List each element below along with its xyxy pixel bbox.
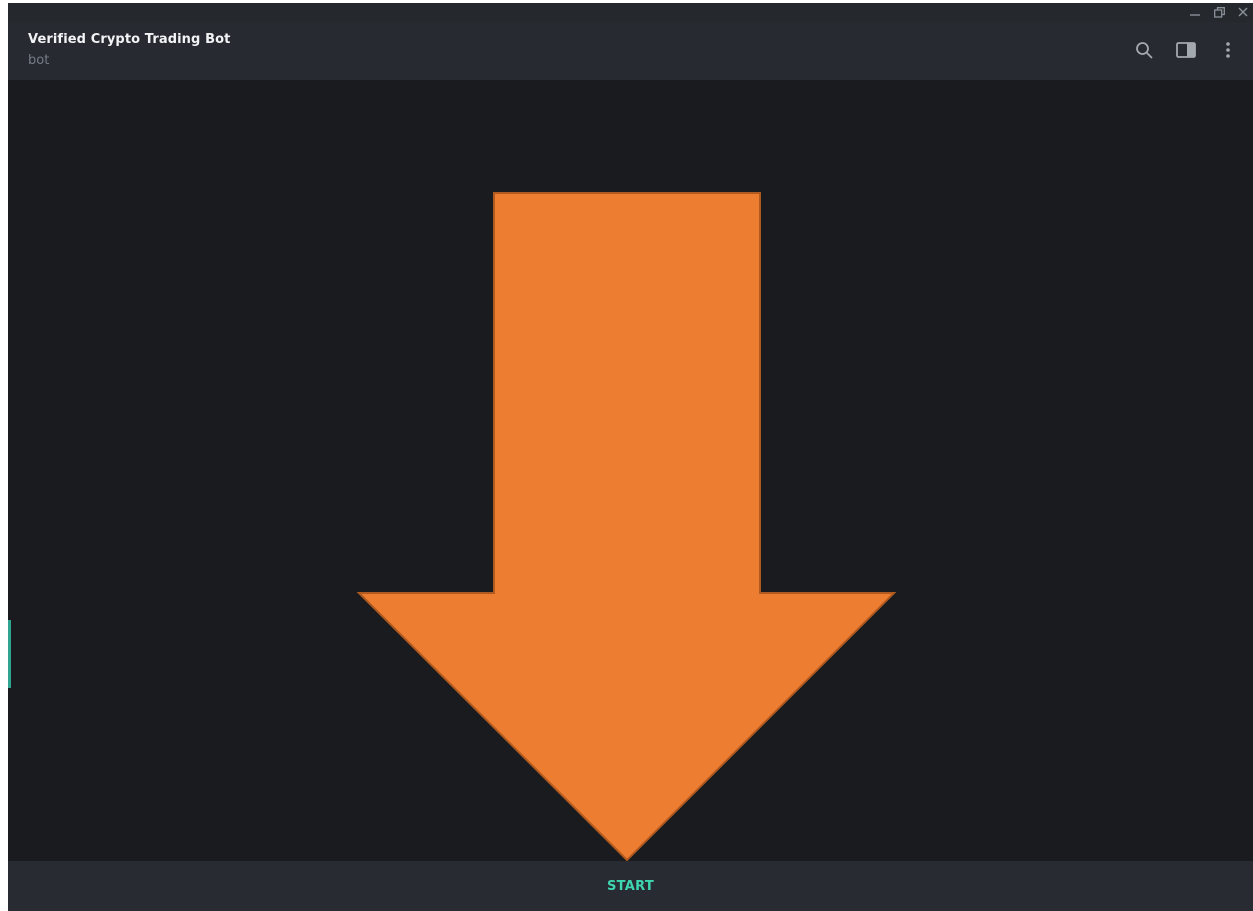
window-controls [1189, 4, 1249, 20]
close-icon[interactable] [1237, 6, 1249, 18]
chat-header: Verified Crypto Trading Bot bot [8, 22, 1253, 80]
down-arrow-graphic [356, 192, 897, 861]
chat-subtitle: bot [28, 53, 50, 68]
chat-content [8, 80, 1253, 861]
restore-icon[interactable] [1213, 6, 1225, 18]
more-vertical-icon[interactable] [1217, 39, 1239, 61]
window-titlebar [8, 3, 1253, 22]
search-icon[interactable] [1133, 39, 1155, 61]
sidebar-toggle-icon[interactable] [1175, 39, 1197, 61]
scroll-indicator [8, 620, 11, 688]
app-window: Verified Crypto Trading Bot bot START [8, 3, 1253, 911]
start-button[interactable]: START [583, 871, 678, 902]
header-actions [1133, 39, 1239, 61]
minimize-icon[interactable] [1189, 6, 1201, 18]
bottom-bar: START [8, 861, 1253, 911]
chat-title[interactable]: Verified Crypto Trading Bot [28, 32, 230, 47]
